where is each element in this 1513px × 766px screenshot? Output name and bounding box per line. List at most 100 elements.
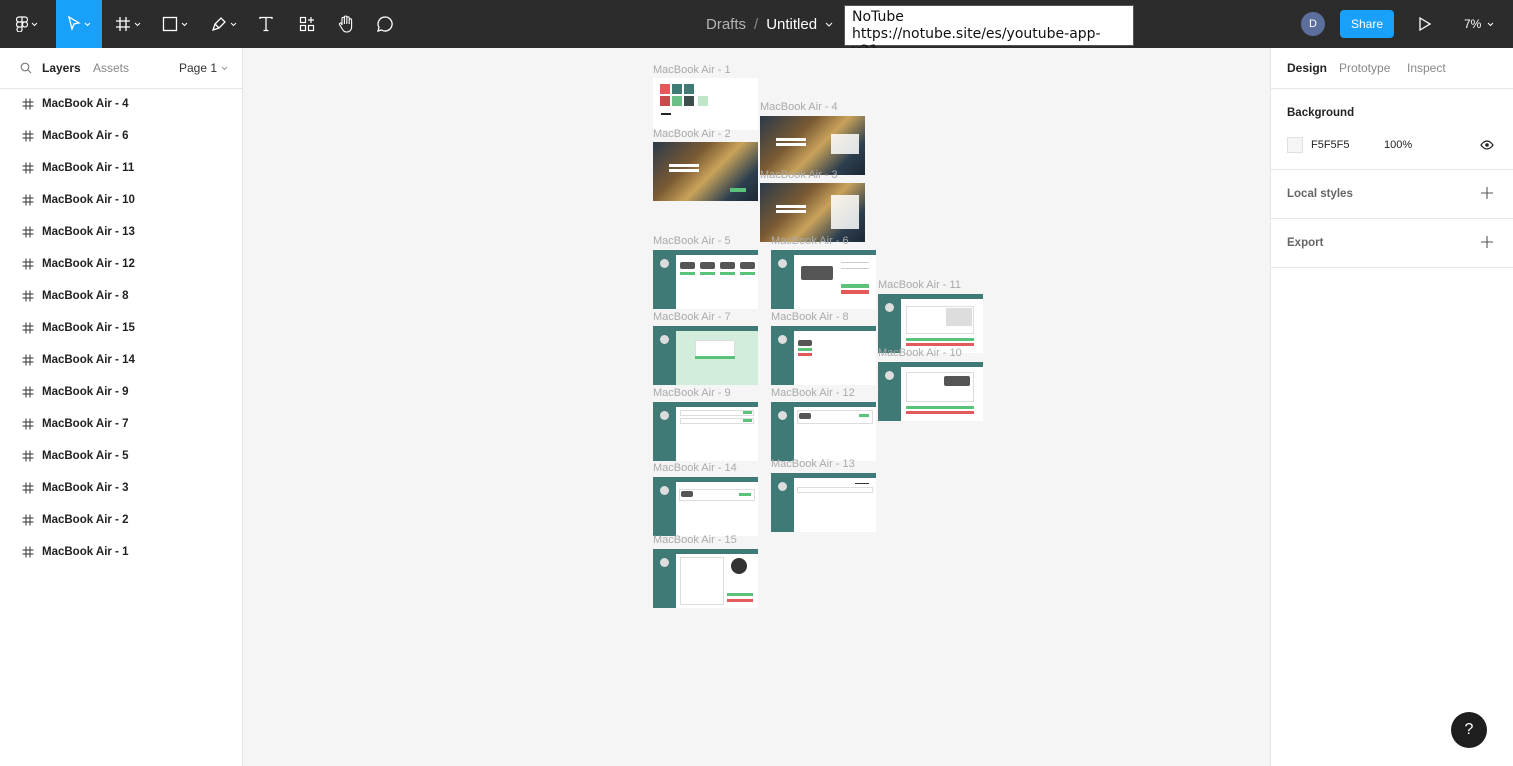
text-tool-button[interactable]: [252, 0, 280, 48]
frame-label[interactable]: MacBook Air - 3: [760, 169, 838, 181]
shape-tool-button[interactable]: [155, 0, 195, 48]
tab-prototype[interactable]: Prototype: [1339, 61, 1390, 75]
layer-item[interactable]: MacBook Air - 14: [0, 344, 242, 376]
background-section: Background F5F5F5 100%: [1271, 89, 1513, 170]
present-button[interactable]: [1414, 14, 1434, 34]
frame-label[interactable]: MacBook Air - 1: [653, 64, 731, 76]
frame-label[interactable]: MacBook Air - 12: [771, 387, 855, 399]
frame-thumbnail[interactable]: [771, 402, 876, 461]
frame-thumbnail[interactable]: [878, 362, 983, 421]
tab-layers[interactable]: Layers: [42, 61, 81, 75]
frame-thumbnail[interactable]: [653, 78, 758, 130]
layers-panel: Layers Assets Page 1 MacBook Air - 4 MacB…: [0, 48, 243, 766]
frame-thumbnail[interactable]: [878, 294, 983, 353]
frame-hash-icon: [22, 386, 34, 398]
frame-label[interactable]: MacBook Air - 15: [653, 534, 737, 546]
layer-label: MacBook Air - 12: [42, 258, 135, 270]
frame-hash-icon: [22, 194, 34, 206]
help-button[interactable]: ?: [1451, 712, 1487, 748]
canvas[interactable]: MacBook Air - 1 MacBook Air - 2 MacBook …: [243, 48, 1270, 766]
frame-label[interactable]: MacBook Air - 7: [653, 311, 731, 323]
text-icon: [259, 16, 273, 32]
plus-icon[interactable]: [1481, 236, 1493, 248]
background-hex-input[interactable]: F5F5F5: [1311, 139, 1350, 151]
file-name[interactable]: Untitled: [766, 16, 817, 33]
frame-label[interactable]: MacBook Air - 11: [878, 279, 961, 291]
layer-label: MacBook Air - 15: [42, 322, 135, 334]
frame-label[interactable]: MacBook Air - 6: [771, 235, 849, 247]
frame-thumbnail[interactable]: [653, 402, 758, 461]
frame-label[interactable]: MacBook Air - 4: [760, 101, 838, 113]
layer-item[interactable]: MacBook Air - 4: [0, 88, 242, 120]
main-menu-button[interactable]: [8, 0, 46, 48]
layer-item[interactable]: MacBook Air - 11: [0, 152, 242, 184]
tab-assets[interactable]: Assets: [93, 61, 129, 75]
layer-list: MacBook Air - 4 MacBook Air - 6 MacBook Ai…: [0, 88, 242, 568]
layer-item[interactable]: MacBook Air - 15: [0, 312, 242, 344]
frame-thumbnail[interactable]: [653, 142, 758, 201]
properties-panel: Design Prototype Inspect Background F5F5…: [1270, 48, 1513, 766]
layers-panel-tabs: Layers Assets Page 1: [0, 48, 242, 89]
frame-label[interactable]: MacBook Air - 13: [771, 458, 855, 470]
frame-label[interactable]: MacBook Air - 14: [653, 462, 737, 474]
chevron-down-icon: [230, 22, 237, 26]
eye-icon[interactable]: [1480, 138, 1494, 152]
layer-item[interactable]: MacBook Air - 12: [0, 248, 242, 280]
frame-tool-button[interactable]: [108, 0, 148, 48]
frame-label[interactable]: MacBook Air - 10: [878, 347, 962, 359]
background-swatch[interactable]: [1287, 137, 1303, 153]
frame-thumbnail[interactable]: [771, 326, 876, 385]
frame-label[interactable]: MacBook Air - 8: [771, 311, 849, 323]
layer-item[interactable]: MacBook Air - 6: [0, 120, 242, 152]
avatar[interactable]: D: [1301, 12, 1325, 36]
frame-thumbnail[interactable]: [771, 473, 876, 532]
layer-item[interactable]: MacBook Air - 13: [0, 216, 242, 248]
layer-item[interactable]: MacBook Air - 9: [0, 376, 242, 408]
frame-hash-icon: [116, 17, 130, 31]
layer-item[interactable]: MacBook Air - 1: [0, 536, 242, 568]
frame-label[interactable]: MacBook Air - 9: [653, 387, 731, 399]
frame-hash-icon: [22, 258, 34, 270]
layer-item[interactable]: MacBook Air - 3: [0, 472, 242, 504]
frame-thumbnail[interactable]: [653, 549, 758, 608]
layer-item[interactable]: MacBook Air - 7: [0, 408, 242, 440]
layer-label: MacBook Air - 11: [42, 162, 135, 174]
frame-hash-icon: [22, 418, 34, 430]
tab-design[interactable]: Design: [1287, 61, 1327, 75]
play-icon: [1419, 16, 1432, 32]
hand-icon: [338, 15, 353, 33]
comment-tool-button[interactable]: [371, 0, 399, 48]
page-selector[interactable]: Page 1: [179, 61, 228, 75]
layer-item[interactable]: MacBook Air - 5: [0, 440, 242, 472]
search-icon[interactable]: [20, 62, 32, 74]
frame-thumbnail[interactable]: [653, 477, 758, 536]
frame-label[interactable]: MacBook Air - 2: [653, 128, 731, 140]
resources-tool-button[interactable]: [293, 0, 321, 48]
layer-item[interactable]: MacBook Air - 10: [0, 184, 242, 216]
move-tool-button[interactable]: [56, 0, 102, 48]
frame-hash-icon: [22, 546, 34, 558]
layer-label: MacBook Air - 5: [42, 450, 129, 462]
share-button[interactable]: Share: [1340, 10, 1394, 38]
background-opacity-input[interactable]: 100%: [1384, 139, 1412, 151]
layer-label: MacBook Air - 2: [42, 514, 129, 526]
frame-thumbnail[interactable]: [760, 183, 865, 242]
layer-item[interactable]: MacBook Air - 2: [0, 504, 242, 536]
hand-tool-button[interactable]: [332, 0, 360, 48]
layer-label: MacBook Air - 3: [42, 482, 129, 494]
breadcrumb-drafts[interactable]: Drafts: [706, 16, 746, 33]
chevron-down-icon: [221, 66, 228, 70]
chevron-down-icon[interactable]: [825, 22, 833, 27]
frame-thumbnail[interactable]: [653, 326, 758, 385]
frame-thumbnail[interactable]: [760, 116, 865, 175]
pen-tool-button[interactable]: [204, 0, 244, 48]
layer-item[interactable]: MacBook Air - 8: [0, 280, 242, 312]
frame-label[interactable]: MacBook Air - 5: [653, 235, 731, 247]
frame-thumbnail[interactable]: [771, 250, 876, 309]
zoom-dropdown[interactable]: 7%: [1464, 0, 1494, 48]
tab-inspect[interactable]: Inspect: [1407, 61, 1446, 75]
plus-icon[interactable]: [1481, 187, 1493, 199]
chevron-down-icon: [181, 22, 188, 26]
frame-thumbnail[interactable]: [653, 250, 758, 309]
figma-logo-icon: [16, 16, 28, 32]
